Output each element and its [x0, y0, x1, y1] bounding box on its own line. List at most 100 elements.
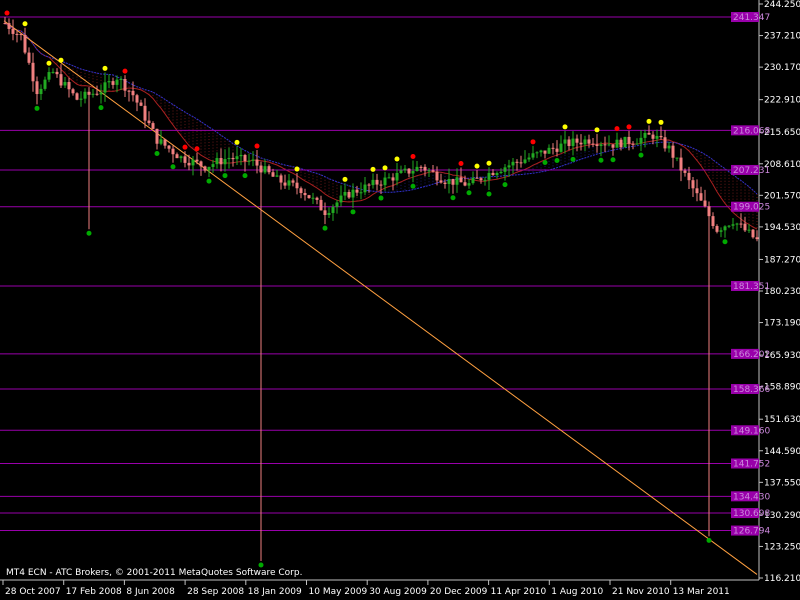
signal-marker-low [502, 182, 508, 188]
candle-body [139, 102, 143, 106]
candle-body [555, 148, 559, 152]
candle-body [579, 142, 583, 145]
candle-body [407, 168, 411, 174]
candle-body [735, 223, 739, 225]
signal-marker-low [242, 173, 248, 179]
candle-body [551, 147, 555, 149]
candle-body [363, 184, 367, 193]
candle-body [359, 192, 363, 194]
candle-body [155, 128, 159, 144]
candle-body [3, 23, 7, 25]
candle-body [199, 161, 203, 167]
signal-marker-high [486, 160, 492, 166]
candle-body [459, 177, 463, 183]
candle-body [107, 81, 111, 83]
candle-body [331, 206, 335, 213]
signal-marker-high [122, 68, 128, 74]
signal-marker-high [294, 166, 300, 172]
candle-body [39, 88, 43, 95]
candle-body [271, 172, 275, 177]
candle-body [175, 154, 179, 159]
candle-body [75, 93, 79, 100]
candle-body [631, 143, 635, 145]
candle-body [119, 78, 123, 80]
signal-marker-high [58, 57, 64, 63]
candle-body [43, 79, 47, 89]
signal-marker-low [222, 173, 228, 179]
candle-body [515, 161, 519, 163]
candle-body [287, 180, 291, 186]
candle-body [391, 177, 395, 181]
candle-body [703, 200, 707, 207]
level-label: 216.068 [733, 126, 770, 136]
signal-marker-low [722, 239, 728, 245]
candle-body [23, 34, 27, 53]
candle-body [595, 144, 599, 146]
candle-body [747, 229, 751, 231]
candle-body [543, 150, 547, 154]
candle-body [619, 139, 623, 148]
signal-marker-high [646, 118, 652, 124]
candle-body [151, 123, 155, 129]
candle-body [83, 91, 87, 99]
level-label: 207.231 [733, 166, 770, 176]
candle-body [627, 136, 631, 144]
candle-body [487, 172, 491, 180]
candle-body [203, 166, 207, 171]
candle-body [91, 93, 95, 95]
signal-marker-low [350, 209, 356, 215]
candle-body [35, 81, 39, 95]
signal-marker-low [610, 157, 616, 163]
watermark: MT4 ECN - ATC Brokers, © 2001-2011 MetaQ… [6, 568, 303, 578]
candle-body [355, 189, 359, 193]
candle-body [299, 188, 303, 194]
candle-body [183, 156, 187, 163]
candle-body [7, 23, 11, 29]
candle-body [547, 147, 551, 154]
candle-body [99, 92, 103, 95]
candle-body [523, 159, 527, 163]
candle-body [559, 143, 563, 152]
candle-body [103, 82, 107, 93]
signal-marker-high [182, 144, 188, 150]
candle-body [439, 180, 443, 183]
x-tick-label: 28 Sep 2008 [187, 587, 244, 597]
signal-marker-high [254, 143, 260, 149]
y-tick-label: 144.590 [764, 447, 800, 457]
candle-body [727, 225, 731, 227]
candle-body [683, 170, 687, 173]
candle-body [195, 159, 199, 162]
candle-body [179, 156, 183, 159]
candle-body [375, 179, 379, 185]
candle-body [419, 166, 423, 168]
signal-marker-high [394, 156, 400, 162]
x-tick-label: 18 Jan 2009 [248, 587, 302, 597]
x-tick-label: 11 Apr 2010 [491, 587, 547, 597]
candle-body [255, 159, 259, 166]
candle-body [171, 148, 175, 155]
candle-body [475, 177, 479, 179]
y-tick-label: 187.270 [764, 255, 800, 265]
candle-body [695, 188, 699, 194]
candle-body [671, 145, 675, 158]
signal-marker-low [466, 190, 472, 196]
signal-marker-high [594, 127, 600, 133]
y-tick-label: 237.210 [764, 32, 800, 42]
candle-body [259, 165, 263, 173]
candle-body [435, 171, 439, 181]
candle-body [267, 166, 271, 173]
candle-body [27, 52, 31, 63]
candle-body [655, 135, 659, 139]
level-label: 199.025 [733, 203, 770, 213]
candle-body [131, 90, 135, 96]
signal-marker-high [234, 139, 240, 145]
candle-body [59, 74, 63, 86]
candle-body [207, 166, 211, 171]
signal-marker-high [530, 139, 536, 145]
candle-body [507, 165, 511, 168]
signal-marker-low [86, 230, 92, 236]
candle-body [339, 195, 343, 203]
signal-marker-high [474, 163, 480, 169]
candle-body [71, 89, 75, 94]
candle-body [275, 175, 279, 177]
